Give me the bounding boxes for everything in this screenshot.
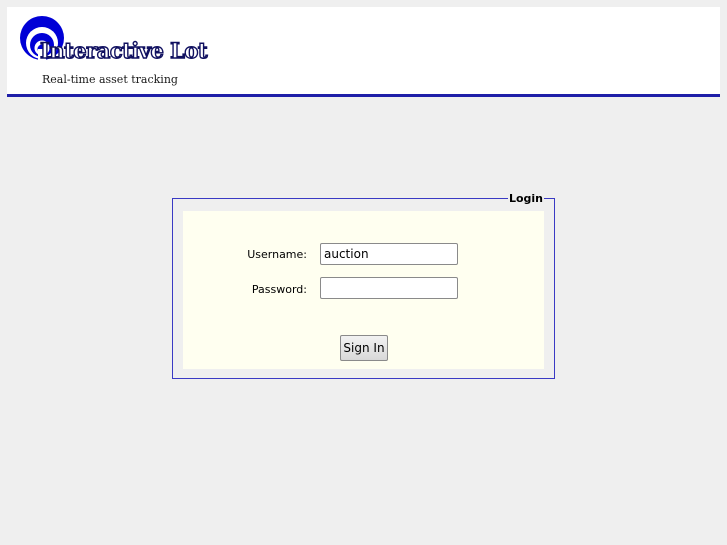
brand-tagline: Real-time asset tracking xyxy=(42,73,178,86)
page-header: Interactive Lot Real-time asset tracking xyxy=(7,7,720,97)
login-form: Username: Password: Sign In xyxy=(183,211,544,369)
interactive-lot-logo: Interactive Lot Real-time asset tracking xyxy=(20,14,208,92)
password-label: Password: xyxy=(251,283,307,296)
login-legend: Login xyxy=(507,192,544,205)
sign-in-button[interactable]: Sign In xyxy=(340,335,388,361)
login-fieldset: Login Username: Password: Sign In xyxy=(172,192,555,379)
username-input[interactable] xyxy=(320,243,458,265)
password-input[interactable] xyxy=(320,277,458,299)
brand-name: Interactive Lot xyxy=(39,38,208,63)
username-label: Username: xyxy=(247,248,307,261)
